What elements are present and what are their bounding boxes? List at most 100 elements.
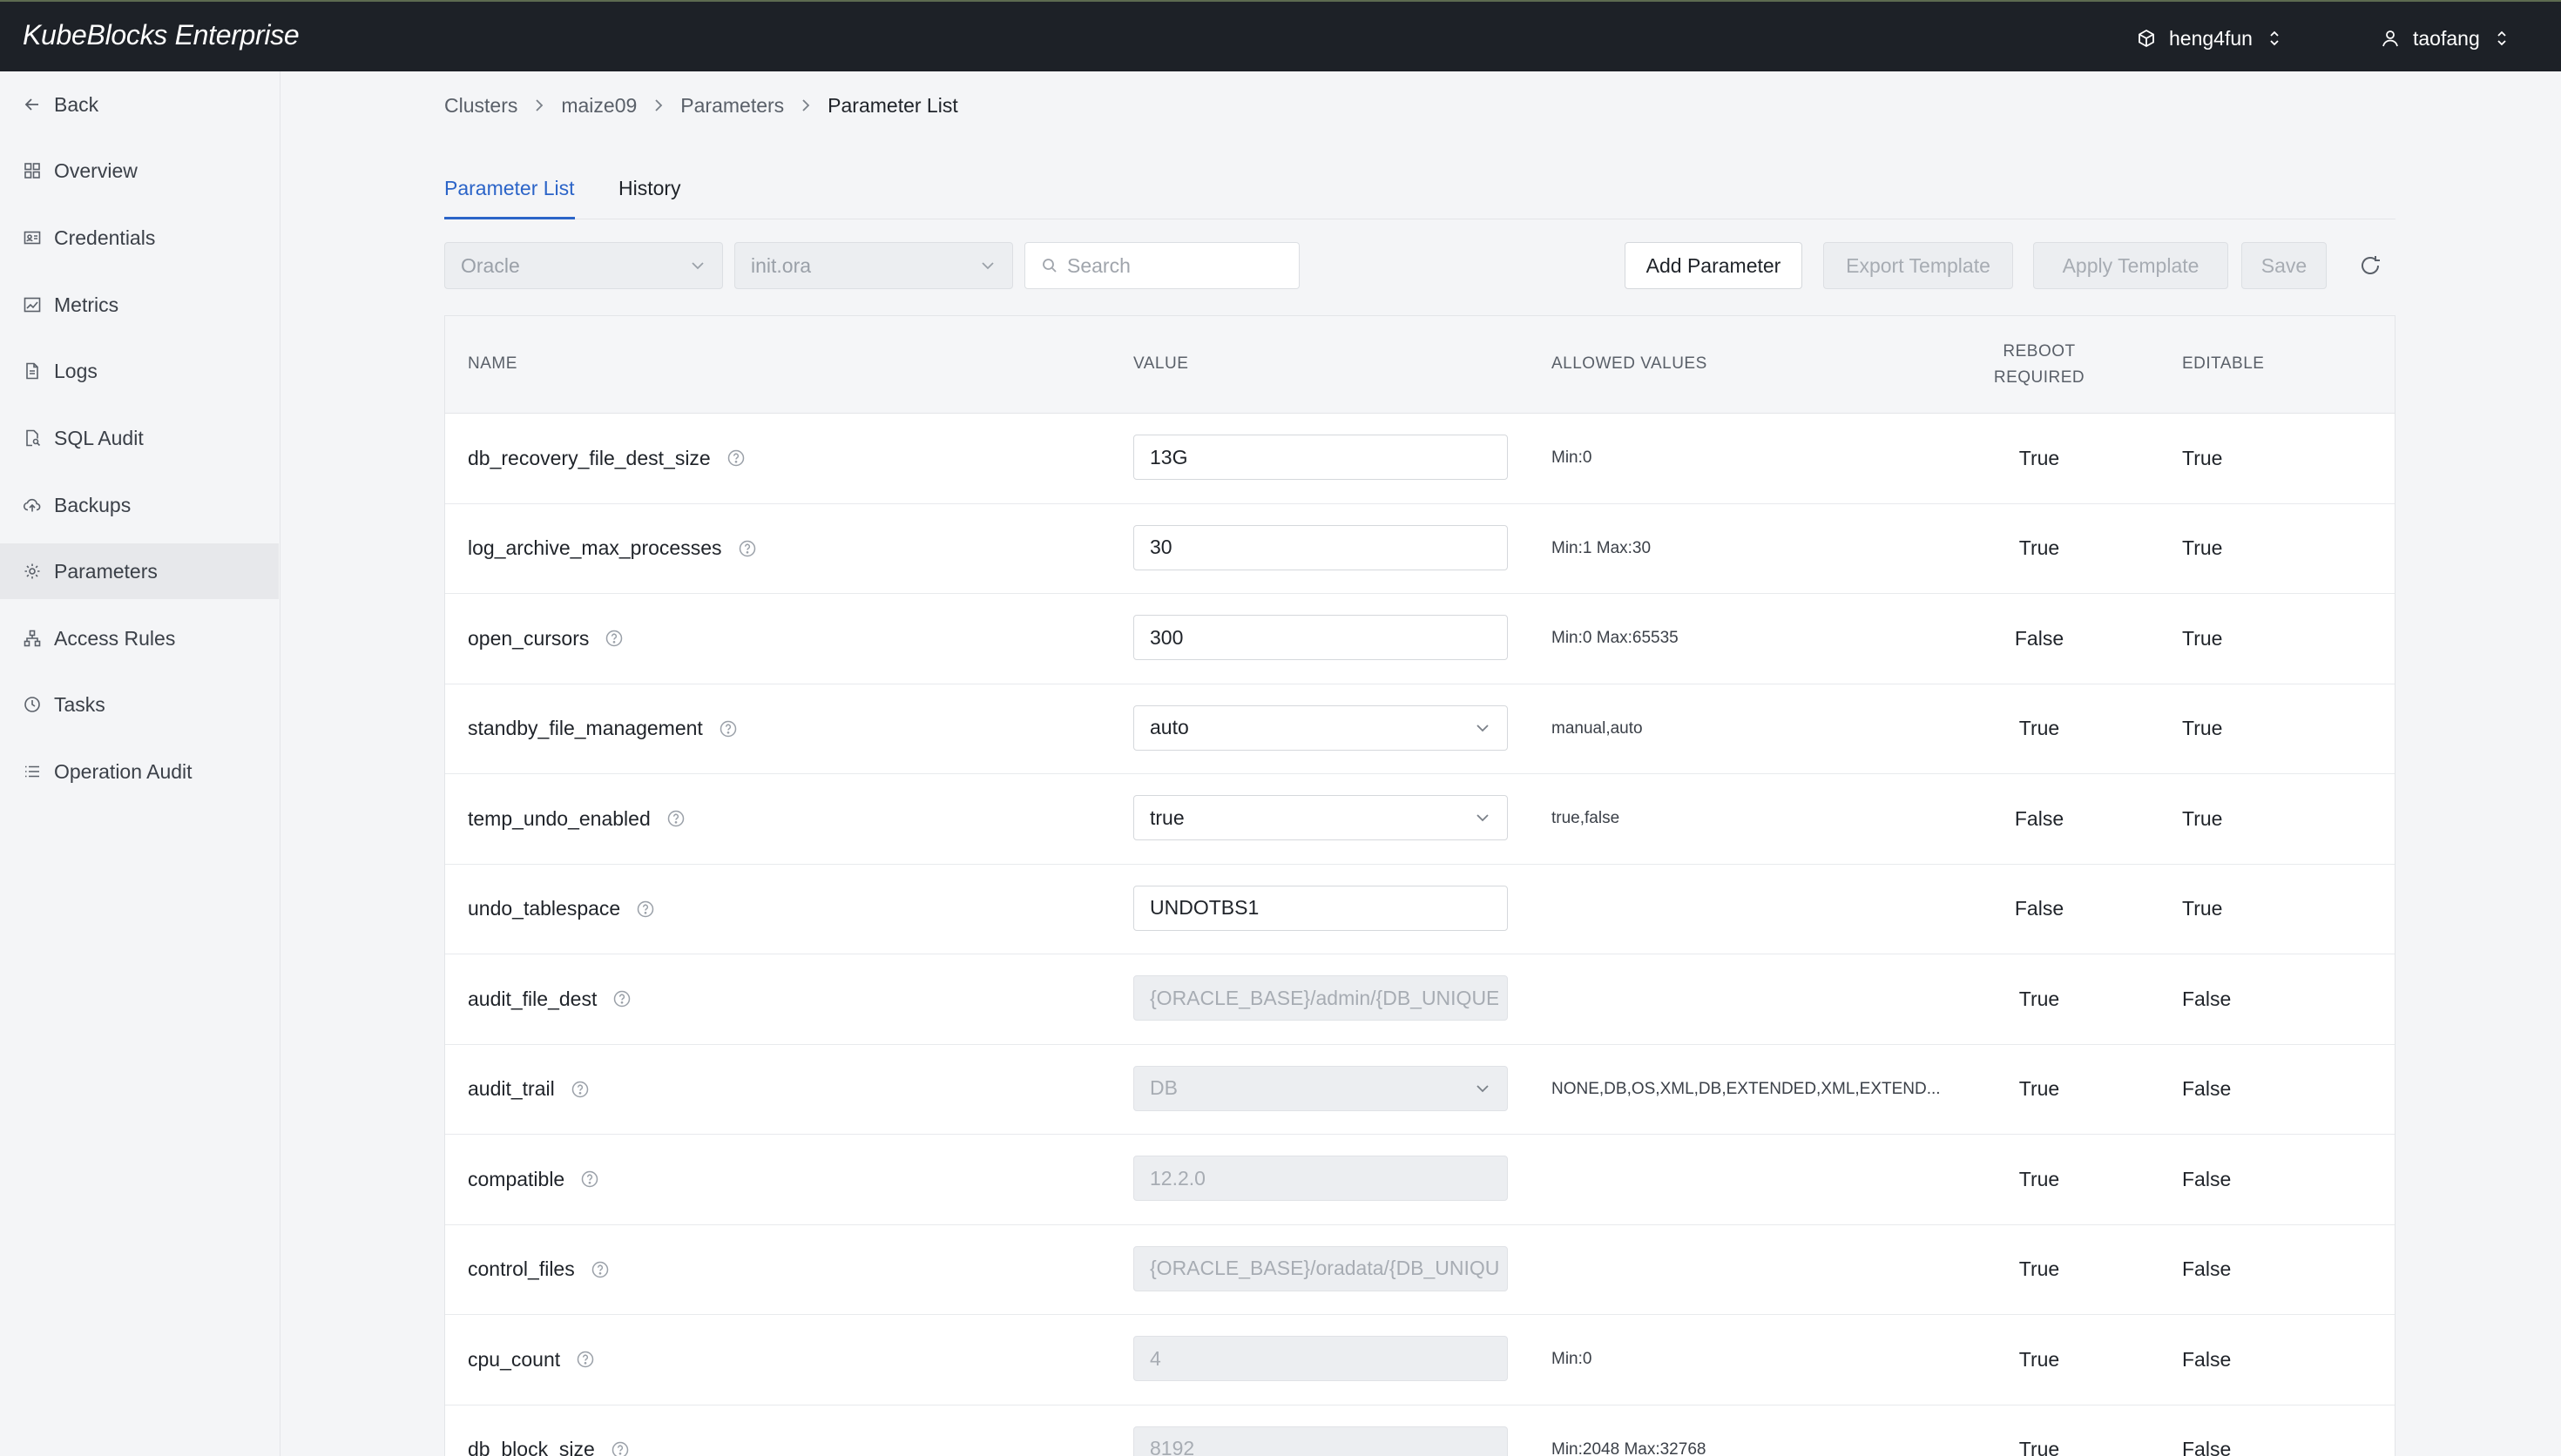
sidebar-item-metrics[interactable]: Metrics — [0, 277, 279, 333]
param-name: control_files — [468, 1257, 575, 1281]
sidebar-item-parameters[interactable]: Parameters — [0, 543, 279, 599]
param-name-cell: undo_tablespace — [468, 865, 655, 954]
param-name: audit_trail — [468, 1077, 555, 1101]
table-row: log_archive_max_processes 30 Min:1 Max:30 T… — [445, 504, 2395, 594]
sidebar-item-overview[interactable]: Overview — [0, 143, 279, 199]
allowed-values: NONE,DB,OS,XML,DB,EXTENDED,XML,EXTEND... — [1551, 1079, 1941, 1098]
org-switcher[interactable]: heng4fun — [2136, 23, 2281, 54]
help-icon[interactable] — [580, 1170, 599, 1189]
param-value-input[interactable]: UNDOTBS1 — [1133, 885, 1508, 931]
editable-flag: False — [2182, 1077, 2232, 1101]
table-row: compatible 12.2.0 True False — [445, 1135, 2395, 1225]
reboot-required: True — [2018, 536, 2060, 560]
sidebar-item-back[interactable]: Back — [0, 77, 279, 132]
breadcrumb-cluster-name[interactable]: maize09 — [561, 94, 637, 118]
sidebar-item-sql-audit[interactable]: SQL Audit — [0, 410, 279, 466]
chevron-updown-icon — [2268, 28, 2281, 49]
grid-icon — [23, 161, 42, 180]
allowed-values: Min:0 — [1551, 448, 1592, 468]
help-icon[interactable] — [591, 1260, 610, 1279]
sidebar-item-label: Metrics — [54, 293, 119, 316]
reboot-required: True — [2018, 446, 2060, 469]
refresh-icon[interactable] — [2357, 253, 2383, 279]
allowed-values: Min:1 Max:30 — [1551, 538, 1652, 557]
sidebar-item-operation-audit[interactable]: Operation Audit — [0, 744, 279, 799]
help-icon[interactable] — [636, 900, 655, 919]
param-value: 13G — [1150, 445, 1188, 468]
help-icon[interactable] — [726, 448, 746, 468]
param-value-select[interactable]: true — [1133, 795, 1508, 840]
help-icon[interactable] — [605, 629, 624, 648]
top-bar: KubeBlocks Enterprise heng4fun taofang — [0, 0, 2561, 71]
file-select[interactable]: init.ora — [734, 242, 1013, 289]
help-icon[interactable] — [571, 1080, 590, 1099]
breadcrumb-parameters[interactable]: Parameters — [680, 94, 784, 118]
sidebar-item-label: Back — [54, 92, 99, 116]
help-icon[interactable] — [576, 1350, 595, 1369]
app-title[interactable]: KubeBlocks Enterprise — [23, 19, 300, 51]
sidebar-item-label: SQL Audit — [54, 426, 144, 449]
reboot-required: True — [2018, 987, 2060, 1010]
param-name-cell: audit_file_dest — [468, 954, 632, 1044]
help-icon[interactable] — [738, 539, 757, 558]
add-parameter-button[interactable]: Add Parameter — [1625, 242, 1802, 289]
user-menu[interactable]: taofang — [2380, 23, 2508, 54]
param-value-input[interactable]: 30 — [1133, 524, 1508, 570]
param-value-input[interactable]: 300 — [1133, 615, 1508, 660]
export-template-button[interactable]: Export Template — [1823, 242, 2013, 289]
param-value-select[interactable]: auto — [1133, 704, 1508, 751]
sidebar-item-backups[interactable]: Backups — [0, 477, 279, 533]
tab-history[interactable]: History — [618, 171, 681, 219]
reboot-required: True — [2018, 1257, 2060, 1281]
sidebar-item-label: Operation Audit — [54, 759, 193, 783]
clock-icon — [23, 695, 42, 714]
parameter-table: NAME VALUE ALLOWED VALUES REBOOT REQUIRE… — [444, 315, 2395, 1456]
file-icon — [23, 361, 42, 381]
editable-flag: False — [2182, 1347, 2232, 1371]
engine-select-value: Oracle — [461, 253, 520, 277]
sidebar-item-tasks[interactable]: Tasks — [0, 677, 279, 732]
header-value: VALUE — [1133, 354, 1189, 373]
breadcrumb-clusters[interactable]: Clusters — [444, 94, 517, 118]
editable-flag: True — [2182, 446, 2223, 469]
tab-parameter-list[interactable]: Parameter List — [444, 171, 575, 219]
param-value: {ORACLE_BASE}/admin/{DB_UNIQUE_ — [1150, 986, 1498, 1009]
editable-flag: True — [2182, 536, 2223, 560]
help-icon[interactable] — [611, 1440, 630, 1456]
editable-flag: False — [2182, 1438, 2232, 1456]
file-search-icon — [23, 428, 42, 448]
param-name: temp_undo_enabled — [468, 806, 651, 830]
sidebar-item-access-rules[interactable]: Access Rules — [0, 610, 279, 666]
chevron-down-icon — [689, 257, 706, 274]
save-button[interactable]: Save — [2241, 242, 2327, 289]
help-icon[interactable] — [666, 809, 686, 828]
editable-flag: False — [2182, 1257, 2232, 1281]
help-icon[interactable] — [719, 719, 738, 738]
param-name: compatible — [468, 1167, 565, 1190]
table-row: db_block_size 8192 Min:2048 Max:32768 True F… — [445, 1405, 2395, 1456]
sidebar-item-logs[interactable]: Logs — [0, 343, 279, 399]
editable-flag: True — [2182, 717, 2223, 740]
param-name-cell: open_cursors — [468, 594, 624, 684]
allowed-values: true,false — [1551, 809, 1620, 828]
param-value-input: 8192 — [1133, 1426, 1508, 1456]
param-value: 8192 — [1150, 1437, 1195, 1456]
user-name: taofang — [2413, 26, 2480, 50]
engine-select[interactable]: Oracle — [444, 242, 723, 289]
chevron-right-icon — [652, 97, 665, 114]
param-value: {ORACLE_BASE}/oradata/{DB_UNIQUI — [1150, 1257, 1498, 1279]
chevron-down-icon — [1474, 1080, 1491, 1097]
param-value-input[interactable]: 13G — [1133, 435, 1508, 480]
sidebar-item-label: Credentials — [54, 226, 156, 249]
param-name: log_archive_max_processes — [468, 536, 722, 560]
sidebar-item-label: Access Rules — [54, 626, 176, 650]
table-row: cpu_count 4 Min:0 True False — [445, 1315, 2395, 1405]
apply-template-button[interactable]: Apply Template — [2033, 242, 2228, 289]
sidebar: Back Overview Credentials Metrics Logs S… — [0, 71, 280, 1456]
search-input[interactable]: Search — [1024, 242, 1300, 289]
help-icon[interactable] — [612, 989, 632, 1008]
sidebar-item-label: Tasks — [54, 692, 105, 716]
param-name-cell: cpu_count — [468, 1315, 595, 1405]
search-icon — [1041, 257, 1058, 274]
sidebar-item-credentials[interactable]: Credentials — [0, 210, 279, 266]
